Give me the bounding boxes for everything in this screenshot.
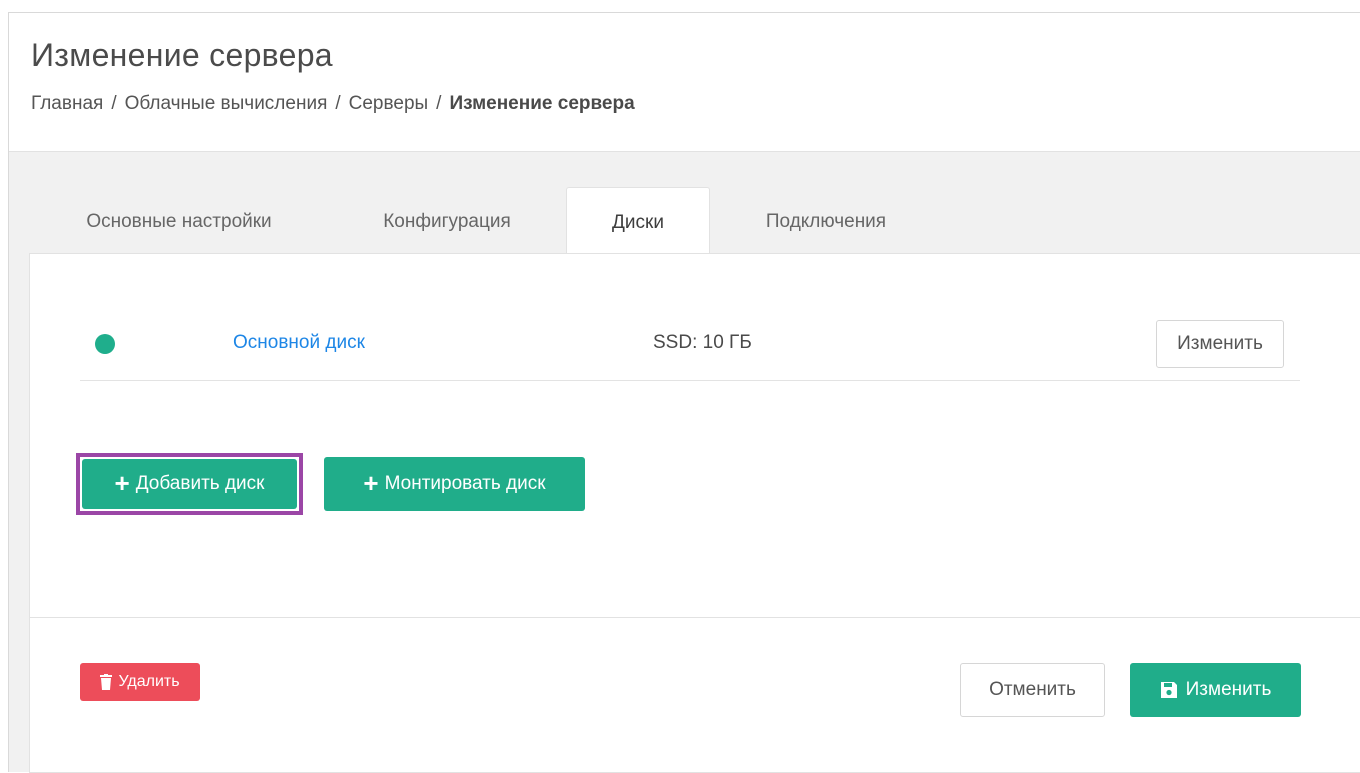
delete-button[interactable]: Удалить	[80, 663, 200, 701]
tab-connections[interactable]: Подключения	[731, 187, 921, 253]
disk-name-link[interactable]: Основной диск	[233, 332, 365, 354]
breadcrumb-separator: /	[436, 93, 442, 114]
disk-size: SSD: 10 ГБ	[653, 332, 752, 353]
tab-bar: Основные настройки Конфигурация Диски По…	[9, 187, 1360, 255]
add-disk-label: Добавить диск	[135, 473, 265, 494]
breadcrumb-separator: /	[111, 93, 117, 114]
disks-panel: Основной диск SSD: 10 ГБ Изменить + Доба…	[29, 253, 1360, 618]
plus-icon: +	[363, 467, 379, 498]
trash-icon	[100, 674, 113, 690]
page-header: Изменение сервера Главная / Облачные вычис…	[9, 13, 1360, 152]
breadcrumb-item-cloud[interactable]: Облачные вычисления	[125, 93, 328, 114]
page-frame: Изменение сервера Главная / Облачные вычис…	[8, 12, 1360, 773]
plus-icon: +	[114, 467, 130, 498]
mount-disk-button[interactable]: + Монтировать диск	[324, 457, 585, 511]
status-indicator	[95, 334, 115, 354]
page-title: Изменение сервера	[31, 37, 333, 73]
breadcrumb-item-home[interactable]: Главная	[31, 93, 103, 114]
cancel-button[interactable]: Отменить	[960, 663, 1105, 717]
breadcrumb-item-servers[interactable]: Серверы	[349, 93, 429, 114]
breadcrumb-separator: /	[335, 93, 341, 114]
tab-configuration[interactable]: Конфигурация	[347, 187, 547, 253]
breadcrumb-item-current: Изменение сервера	[449, 93, 635, 114]
breadcrumb: Главная / Облачные вычисления / Серверы / Изме…	[31, 93, 635, 115]
form-footer: Удалить Отменить Изменить	[29, 617, 1360, 773]
add-disk-button[interactable]: + Добавить диск	[82, 459, 297, 509]
disk-row: Основной диск SSD: 10 ГБ Изменить	[80, 304, 1300, 381]
floppy-disk-icon	[1160, 682, 1177, 698]
add-disk-highlight: + Добавить диск	[76, 453, 303, 515]
edit-disk-button[interactable]: Изменить	[1156, 320, 1284, 368]
tab-disks[interactable]: Диски	[566, 187, 710, 255]
mount-disk-label: Монтировать диск	[384, 473, 546, 494]
delete-label: Удалить	[118, 673, 180, 690]
save-button[interactable]: Изменить	[1130, 663, 1301, 717]
save-label: Изменить	[1185, 679, 1272, 700]
tab-main-settings[interactable]: Основные настройки	[49, 187, 309, 253]
